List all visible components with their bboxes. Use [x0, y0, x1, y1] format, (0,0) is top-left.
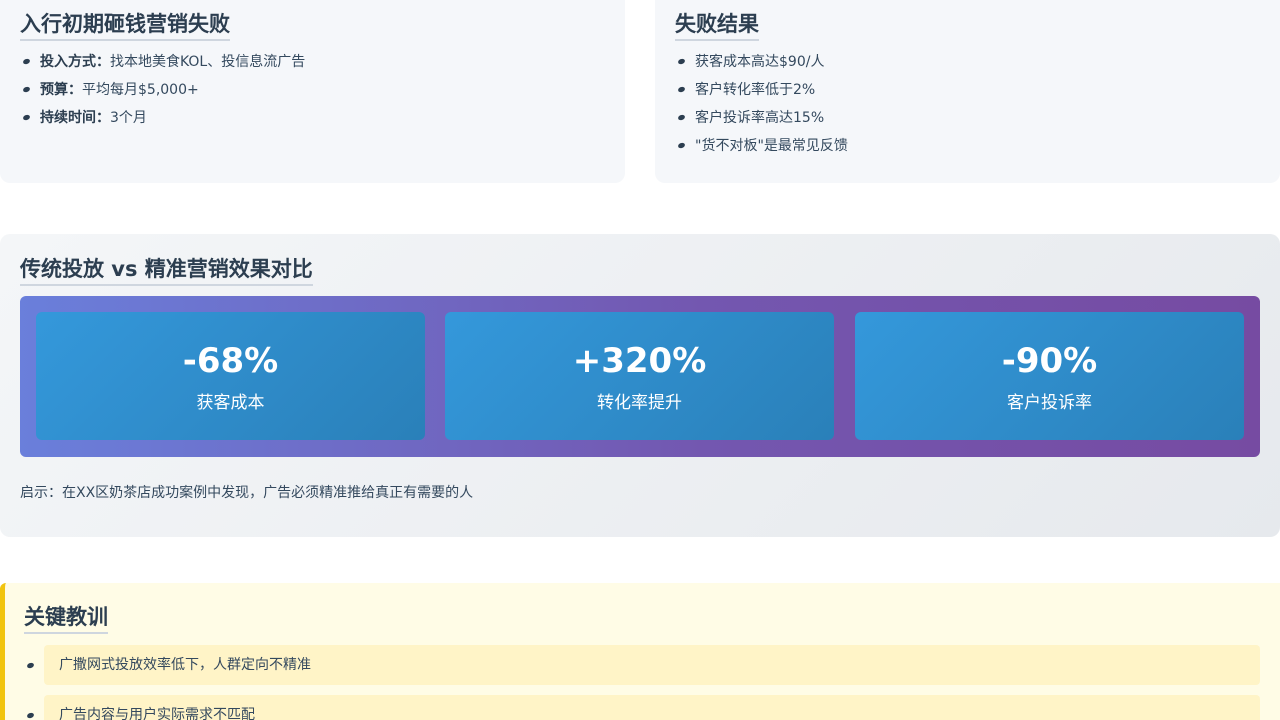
comparison-title: 传统投放 vs 精准营销效果对比 — [20, 256, 313, 286]
item-value: 平均每月$5,000+ — [82, 82, 199, 98]
insight-text: 启示：在XX区奶茶店成功案例中发现，广告必须精准推给真正有需要的人 — [20, 485, 474, 501]
stat-label: 客户投诉率 — [1007, 393, 1092, 413]
list-item: 获客成本高达$90/人 — [675, 50, 848, 78]
list-item: 预算：平均每月$5,000+ — [20, 78, 305, 106]
early-spending-list: 投入方式：找本地美食KOL、投信息流广告 预算：平均每月$5,000+ 持续时间… — [20, 50, 305, 134]
page: 入行初期砸钱营销失败 投入方式：找本地美食KOL、投信息流广告 预算：平均每月$… — [0, 0, 1280, 720]
list-item: 广撒网式投放效率低下，人群定向不精准 — [24, 645, 1260, 685]
item-value: 3个月 — [110, 110, 147, 126]
list-item: 客户投诉率高达15% — [675, 106, 848, 134]
early-spending-card: 入行初期砸钱营销失败 投入方式：找本地美食KOL、投信息流广告 预算：平均每月$… — [0, 0, 625, 183]
item-label: 持续时间： — [40, 110, 110, 126]
key-lessons-title: 关键教训 — [24, 604, 108, 634]
stat-value: -90% — [1001, 341, 1098, 381]
stat-card-conversion-rate: +320% 转化率提升 — [445, 312, 834, 440]
list-item: 持续时间：3个月 — [20, 106, 305, 134]
key-lessons-list: 广撒网式投放效率低下，人群定向不精准 广告内容与用户实际需求不匹配 — [24, 645, 1260, 720]
list-item: 投入方式：找本地美食KOL、投信息流广告 — [20, 50, 305, 78]
failure-results-title: 失败结果 — [675, 11, 759, 41]
stats-band: -68% 获客成本 +320% 转化率提升 -90% 客户投诉率 — [20, 296, 1260, 457]
stat-card-acquisition-cost: -68% 获客成本 — [36, 312, 425, 440]
comparison-section: 传统投放 vs 精准营销效果对比 -68% 获客成本 +320% 转化率提升 -… — [0, 234, 1280, 537]
item-label: 投入方式： — [40, 54, 110, 70]
list-item: "货不对板"是最常见反馈 — [675, 134, 848, 162]
item-value: 找本地美食KOL、投信息流广告 — [110, 54, 306, 70]
lesson-text: 广撒网式投放效率低下，人群定向不精准 — [44, 645, 1260, 685]
failure-results-list: 获客成本高达$90/人 客户转化率低于2% 客户投诉率高达15% "货不对板"是… — [675, 50, 848, 162]
stat-card-complaint-rate: -90% 客户投诉率 — [855, 312, 1244, 440]
list-item: 客户转化率低于2% — [675, 78, 848, 106]
stat-value: +320% — [572, 341, 707, 381]
list-item: 广告内容与用户实际需求不匹配 — [24, 695, 1260, 720]
stat-label: 获客成本 — [196, 393, 265, 413]
key-lessons-section: 关键教训 广撒网式投放效率低下，人群定向不精准 广告内容与用户实际需求不匹配 — [0, 583, 1280, 720]
stat-value: -68% — [182, 341, 279, 381]
failure-results-card: 失败结果 获客成本高达$90/人 客户转化率低于2% 客户投诉率高达15% "货… — [655, 0, 1280, 183]
stat-label: 转化率提升 — [597, 393, 682, 413]
early-spending-title: 入行初期砸钱营销失败 — [20, 11, 230, 41]
item-label: 预算： — [40, 82, 82, 98]
lesson-text: 广告内容与用户实际需求不匹配 — [44, 695, 1260, 720]
